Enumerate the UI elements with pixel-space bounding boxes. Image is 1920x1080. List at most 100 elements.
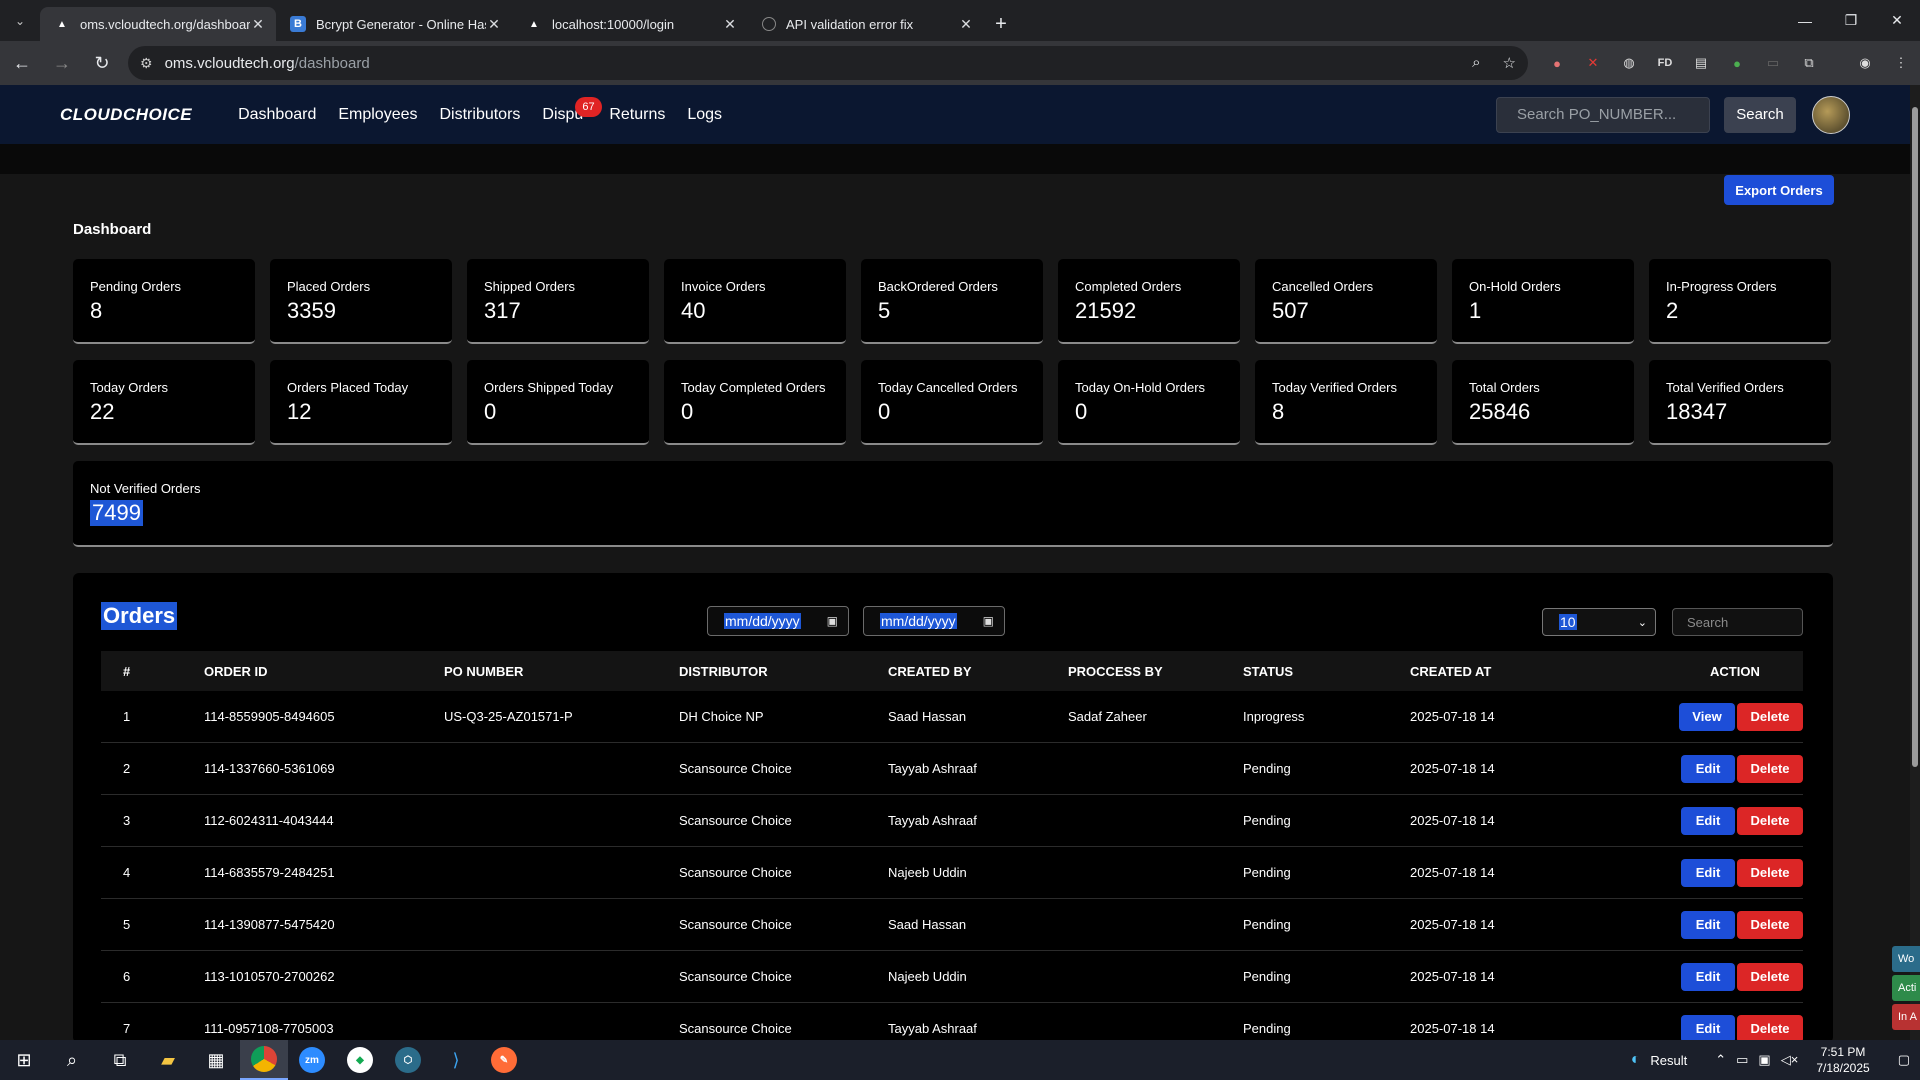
col-header: STATUS	[1243, 663, 1294, 679]
volume-muted-icon[interactable]: ◁×	[1781, 1052, 1799, 1068]
side-tag[interactable]: Acti	[1892, 975, 1920, 1001]
weather-label[interactable]: Result	[1650, 1053, 1687, 1068]
browser-tab[interactable]: API validation error fix ✕	[748, 7, 984, 41]
row-actions: Edit Delete	[1640, 806, 1803, 835]
edit-button[interactable]: Edit	[1681, 910, 1735, 939]
delete-button[interactable]: Delete	[1737, 806, 1803, 835]
chevron-up-icon[interactable]: ⌃	[1715, 1052, 1726, 1068]
date-to-field[interactable]: mm/dd/yyyy ▣	[863, 606, 1005, 636]
table-cell: Pending	[1243, 917, 1291, 932]
stat-label: Pending Orders	[90, 279, 182, 294]
app-icon[interactable]: ⬡	[384, 1040, 432, 1080]
browser-tab[interactable]: ▲ localhost:10000/login ✕	[512, 7, 748, 41]
scrollbar-thumb[interactable]	[1912, 107, 1918, 767]
close-icon[interactable]: ✕	[722, 16, 738, 33]
vscode-icon[interactable]: ⟩	[432, 1040, 480, 1080]
address-bar[interactable]: ⚙ oms.vcloudtech.org/dashboard ⌕ ☆	[128, 46, 1528, 80]
edit-button[interactable]: Edit	[1681, 754, 1735, 783]
calendar-icon[interactable]: ▣	[983, 614, 994, 628]
edit-button[interactable]: Edit	[1681, 858, 1735, 887]
delete-button[interactable]: Delete	[1737, 962, 1803, 991]
reload-icon[interactable]: ↻	[84, 45, 120, 81]
site-settings-icon[interactable]: ⚙	[140, 55, 153, 72]
delete-button[interactable]: Delete	[1737, 1014, 1803, 1043]
edit-button[interactable]: Edit	[1681, 1014, 1735, 1043]
table-cell: 2025-07-18 14	[1410, 709, 1495, 724]
po-search-button[interactable]: Search	[1724, 96, 1796, 133]
delete-button[interactable]: Delete	[1737, 754, 1803, 783]
browser-tab[interactable]: B Bcrypt Generator - Online Hash ✕	[276, 7, 512, 41]
table-cell: 2025-07-18 14	[1410, 813, 1495, 828]
nav-distributors[interactable]: Distributors	[440, 106, 521, 124]
page-scrollbar[interactable]	[1910, 85, 1920, 1040]
row-actions: Edit Delete	[1640, 754, 1803, 783]
more-vert-icon[interactable]: ⋮	[1890, 52, 1912, 74]
zoom-app-icon[interactable]: zm	[288, 1040, 336, 1080]
weather-icon[interactable]: ◐	[1631, 1051, 1641, 1069]
close-window-icon[interactable]: ✕	[1874, 12, 1920, 29]
profile-icon[interactable]: ◉	[1854, 52, 1876, 74]
store-icon[interactable]: ▦	[192, 1040, 240, 1080]
table-cell: 2025-07-18 14	[1410, 1021, 1495, 1036]
fd-extension-icon[interactable]: FD	[1654, 52, 1676, 74]
mongodb-icon[interactable]: ◆	[336, 1040, 384, 1080]
page-size-select[interactable]: 10 ⌄	[1542, 608, 1656, 636]
col-header: #	[123, 663, 131, 679]
stat-card: Today Orders 22	[73, 360, 255, 445]
export-orders-button[interactable]: Export Orders	[1724, 175, 1834, 205]
extension-close-icon[interactable]: ✕	[1582, 52, 1604, 74]
new-tab-plus-icon[interactable]: +	[984, 7, 1018, 41]
delete-button[interactable]: Delete	[1737, 702, 1803, 731]
row-actions: Edit Delete	[1640, 910, 1803, 939]
date-from-field[interactable]: mm/dd/yyyy ▣	[707, 606, 849, 636]
extension-icon[interactable]: ▤	[1690, 52, 1712, 74]
search-icon[interactable]: ⌕	[48, 1040, 96, 1080]
table-search-input[interactable]: Search	[1672, 608, 1803, 636]
stat-value: 12	[287, 399, 312, 424]
close-icon[interactable]: ✕	[250, 16, 266, 33]
file-explorer-icon[interactable]: ▰	[144, 1040, 192, 1080]
nav-returns[interactable]: Returns	[609, 106, 665, 124]
edit-button[interactable]: Edit	[1681, 962, 1735, 991]
nav-disputes[interactable]: Dispu 67	[542, 96, 602, 124]
postman-icon[interactable]: ✎	[480, 1040, 528, 1080]
stat-label: Cancelled Orders	[1272, 279, 1374, 294]
extension-icon[interactable]: ▭	[1762, 52, 1784, 74]
close-icon[interactable]: ✕	[486, 16, 502, 33]
back-arrow-icon[interactable]: ←	[4, 45, 40, 81]
nav-employees[interactable]: Employees	[338, 106, 417, 124]
clock[interactable]: 7:51 PM 7/18/2025	[1816, 1044, 1869, 1076]
battery-icon[interactable]: ▭	[1736, 1052, 1748, 1068]
notifications-icon[interactable]: ▢	[1898, 1052, 1910, 1068]
zoom-icon[interactable]: ⌕	[1472, 54, 1480, 72]
forward-arrow-icon[interactable]: →	[44, 45, 80, 81]
view-button[interactable]: View	[1679, 702, 1735, 731]
task-view-icon[interactable]: ⧉	[96, 1040, 144, 1080]
table-cell: 2025-07-18 14	[1410, 865, 1495, 880]
side-tag[interactable]: In A	[1892, 1004, 1920, 1030]
windows-start-icon[interactable]: ⊞	[0, 1040, 48, 1080]
tab-search-chevron-icon[interactable]: ⌄	[0, 0, 40, 41]
edit-button[interactable]: Edit	[1681, 806, 1735, 835]
close-icon[interactable]: ✕	[958, 16, 974, 33]
avatar[interactable]	[1812, 95, 1850, 134]
bookmark-star-icon[interactable]: ☆	[1503, 54, 1516, 72]
table-row: 5 114-1390877-5475420 Scansource Choice Saa…	[101, 899, 1803, 951]
puzzle-icon[interactable]: ⧉	[1798, 52, 1820, 74]
network-icon[interactable]: ▣	[1758, 1052, 1770, 1068]
calendar-icon[interactable]: ▣	[827, 614, 838, 628]
side-tag[interactable]: Wo	[1892, 946, 1920, 972]
extension-icon[interactable]: ●	[1726, 52, 1748, 74]
nav-dashboard[interactable]: Dashboard	[238, 106, 316, 124]
globe-icon[interactable]: ◍	[1618, 52, 1640, 74]
extension-icon[interactable]: ●	[1546, 52, 1568, 74]
app-logo[interactable]: CLOUDCHOICE	[60, 105, 192, 125]
restore-icon[interactable]: ❐	[1828, 12, 1874, 29]
nav-logs[interactable]: Logs	[687, 106, 722, 124]
po-search-input[interactable]: Search PO_NUMBER...	[1496, 96, 1710, 133]
browser-tab[interactable]: ▲ oms.vcloudtech.org/dashboard ✕	[40, 7, 276, 41]
delete-button[interactable]: Delete	[1737, 910, 1803, 939]
chrome-icon[interactable]	[240, 1040, 288, 1080]
delete-button[interactable]: Delete	[1737, 858, 1803, 887]
minimize-icon[interactable]: —	[1782, 13, 1828, 29]
